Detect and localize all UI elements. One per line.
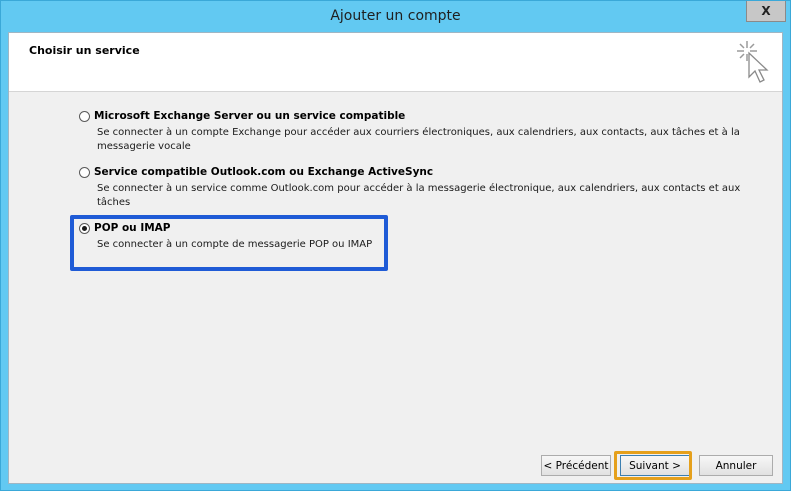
option-exchange-label[interactable]: Microsoft Exchange Server ou un service … — [94, 110, 405, 122]
wizard-header: Choisir un service — [9, 33, 782, 92]
previous-button[interactable]: < Précédent — [541, 455, 611, 476]
option-outlook-com-description: Se connecter à un service comme Outlook.… — [97, 183, 741, 208]
exchange-radio[interactable] — [79, 111, 90, 122]
page-title: Choisir un service — [29, 44, 140, 57]
selection-highlight-box — [70, 215, 388, 271]
option-exchange-description: Se connecter à un compte Exchange pour a… — [97, 127, 740, 152]
wizard-cursor-icon — [737, 41, 769, 83]
close-button[interactable]: X — [746, 1, 786, 22]
next-highlight-box — [614, 451, 692, 480]
option-outlook-com-label[interactable]: Service compatible Outlook.com ou Exchan… — [94, 166, 433, 178]
window-title: Ajouter un compte — [330, 8, 461, 24]
close-icon: X — [761, 4, 771, 18]
title-bar[interactable]: Ajouter un compte X — [1, 1, 790, 31]
cancel-button[interactable]: Annuler — [699, 455, 773, 476]
add-account-window: Ajouter un compte X Choisir un service M… — [0, 0, 791, 491]
outlook-com-radio[interactable] — [79, 167, 90, 178]
wizard-client-area: Choisir un service Microsoft Exchange Se… — [8, 32, 783, 484]
